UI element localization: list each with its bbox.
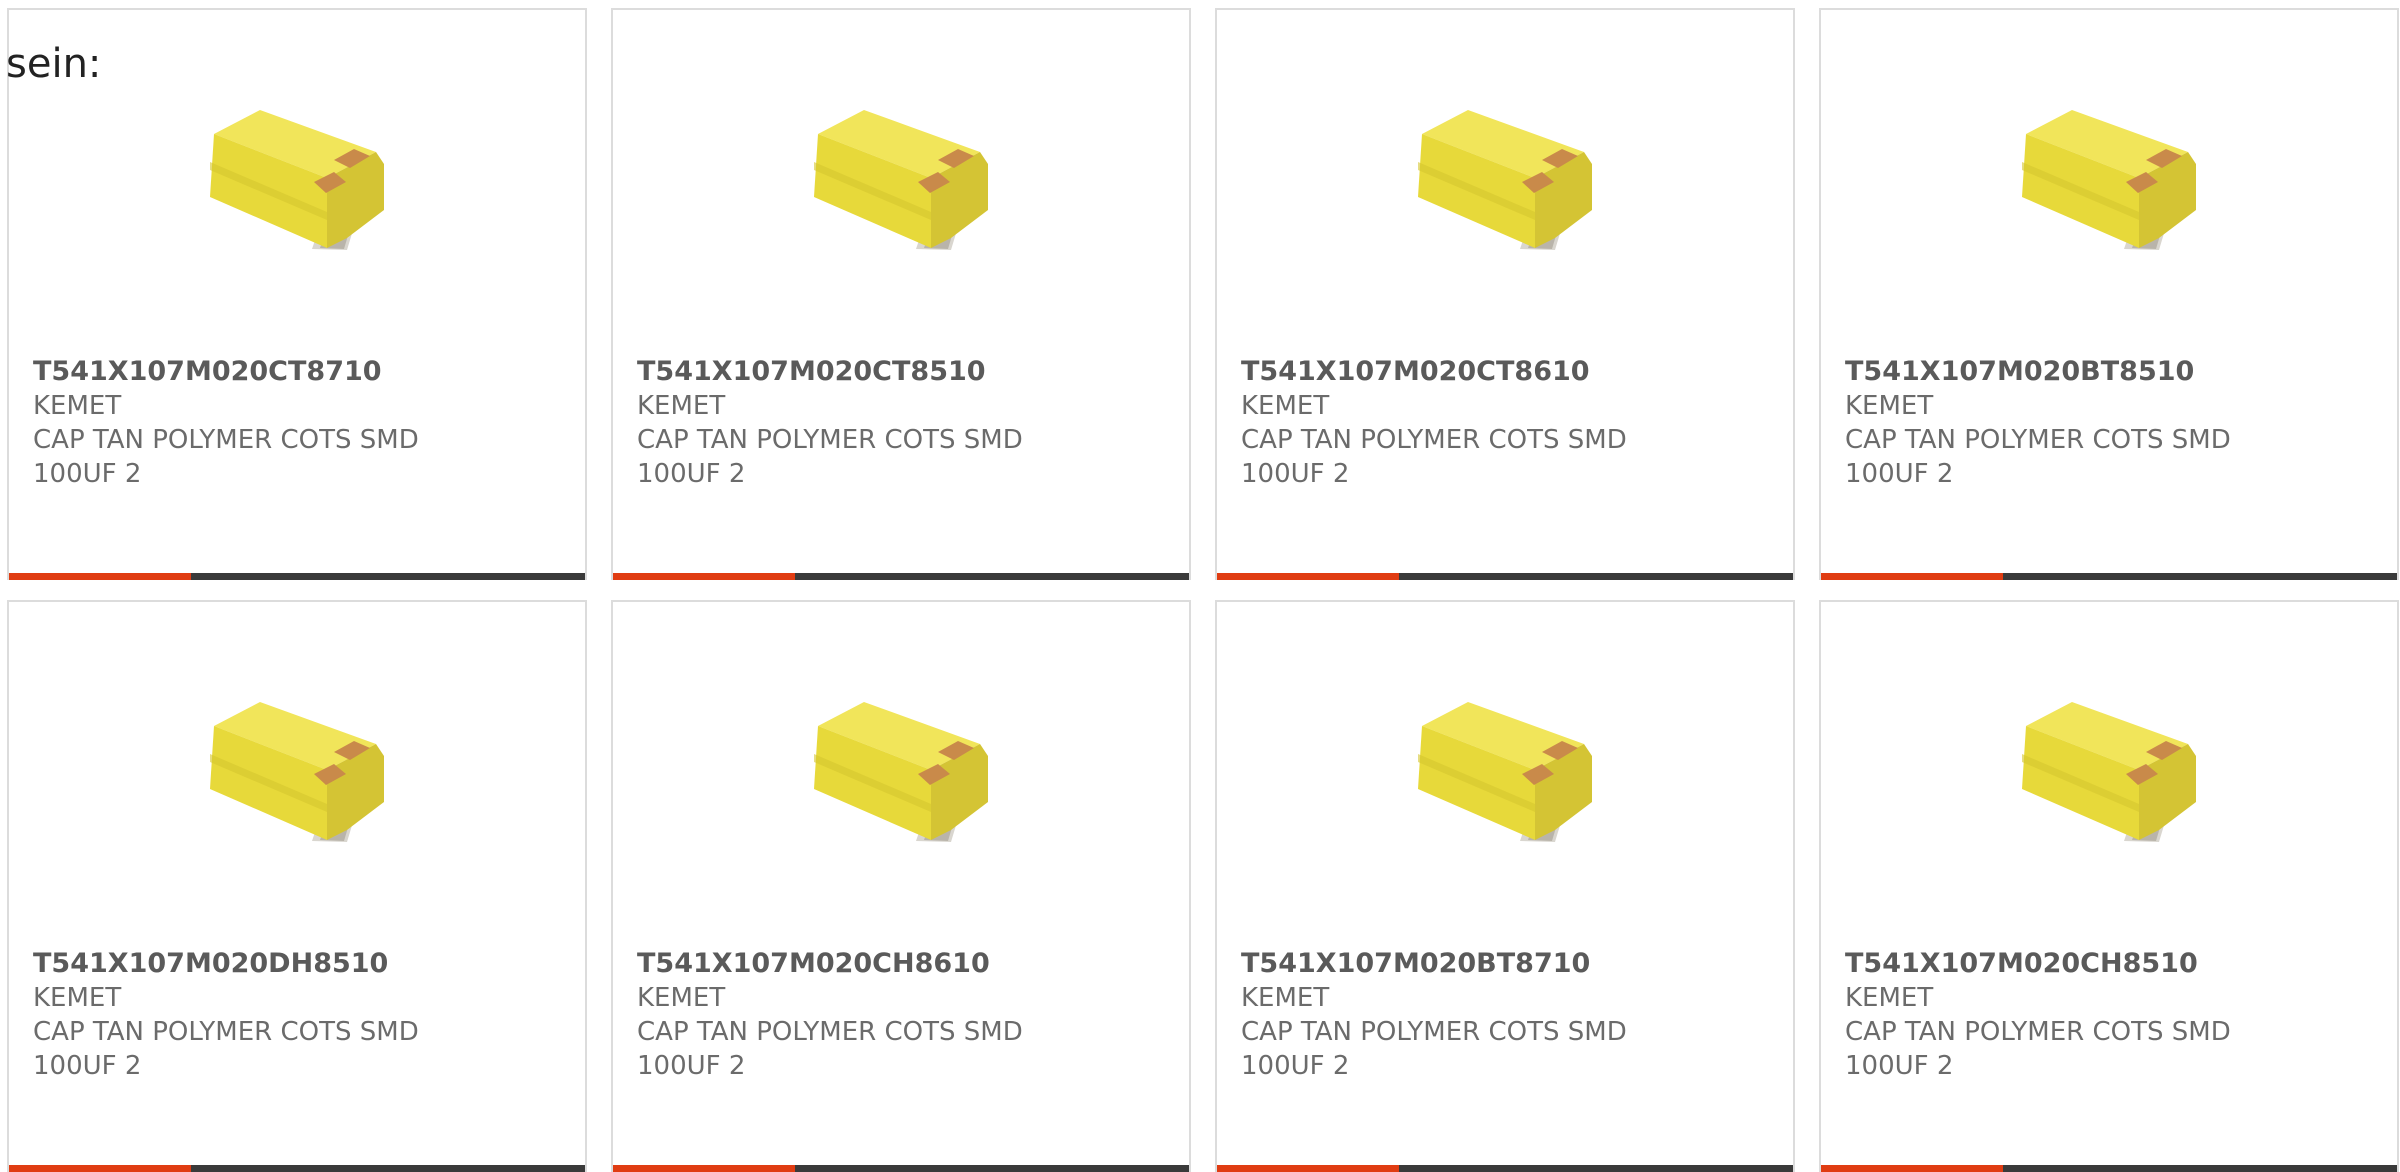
description-line-1: CAP TAN POLYMER COTS SMD: [1845, 425, 2231, 455]
product-card[interactable]: T541X107M020CT8710 KEMET CAP TAN POLYMER…: [7, 8, 587, 580]
product-info: T541X107M020CT8610 KEMET CAP TAN POLYMER…: [1241, 355, 1627, 491]
product-grid: T541X107M020CT8710 KEMET CAP TAN POLYMER…: [7, 8, 2400, 1172]
description-line-2: 100UF 2: [33, 1051, 142, 1081]
manufacturer: KEMET: [1241, 983, 1330, 1013]
capacitor-smd-icon: [210, 110, 384, 250]
description-line-2: 100UF 2: [1241, 459, 1350, 489]
part-number-link[interactable]: T541X107M020CT8710: [33, 355, 419, 389]
card-accent-bar: [1821, 573, 2397, 580]
card-accent-bar: [9, 573, 585, 580]
card-accent-bar: [1821, 1165, 2397, 1172]
part-number-link[interactable]: T541X107M020CT8610: [1241, 355, 1627, 389]
description-line-1: CAP TAN POLYMER COTS SMD: [33, 425, 419, 455]
product-card[interactable]: T541X107M020CH8510 KEMET CAP TAN POLYMER…: [1819, 600, 2399, 1172]
manufacturer: KEMET: [637, 983, 726, 1013]
manufacturer: KEMET: [1241, 391, 1330, 421]
description-line-2: 100UF 2: [1241, 1051, 1350, 1081]
description-line-2: 100UF 2: [637, 459, 746, 489]
product-info: T541X107M020DH8510 KEMET CAP TAN POLYMER…: [33, 947, 419, 1083]
capacitor-smd-icon: [1418, 110, 1592, 250]
product-card[interactable]: T541X107M020CH8610 KEMET CAP TAN POLYMER…: [611, 600, 1191, 1172]
capacitor-smd-icon: [2022, 110, 2196, 250]
part-number-link[interactable]: T541X107M020DH8510: [33, 947, 419, 981]
section-heading: sein:: [6, 41, 102, 87]
part-number-link[interactable]: T541X107M020BT8710: [1241, 947, 1627, 981]
description-line-1: CAP TAN POLYMER COTS SMD: [637, 425, 1023, 455]
manufacturer: KEMET: [1845, 983, 1934, 1013]
card-accent-segment: [1821, 573, 2003, 580]
product-info: T541X107M020CH8610 KEMET CAP TAN POLYMER…: [637, 947, 1023, 1083]
capacitor-smd-icon: [210, 702, 384, 842]
part-number-link[interactable]: T541X107M020CT8510: [637, 355, 1023, 389]
card-accent-bar: [9, 1165, 585, 1172]
product-card[interactable]: T541X107M020CT8610 KEMET CAP TAN POLYMER…: [1215, 8, 1795, 580]
description-line-1: CAP TAN POLYMER COTS SMD: [1845, 1017, 2231, 1047]
card-accent-segment: [9, 1165, 191, 1172]
description-line-1: CAP TAN POLYMER COTS SMD: [1241, 1017, 1627, 1047]
manufacturer: KEMET: [637, 391, 726, 421]
product-card[interactable]: T541X107M020BT8710 KEMET CAP TAN POLYMER…: [1215, 600, 1795, 1172]
card-accent-bar: [1217, 573, 1793, 580]
capacitor-smd-icon: [814, 702, 988, 842]
card-accent-bar: [613, 1165, 1189, 1172]
description-line-1: CAP TAN POLYMER COTS SMD: [1241, 425, 1627, 455]
capacitor-smd-icon: [814, 110, 988, 250]
description-line-2: 100UF 2: [1845, 1051, 1954, 1081]
card-accent-segment: [613, 573, 795, 580]
capacitor-smd-icon: [1418, 702, 1592, 842]
part-number-link[interactable]: T541X107M020BT8510: [1845, 355, 2231, 389]
product-info: T541X107M020CT8510 KEMET CAP TAN POLYMER…: [637, 355, 1023, 491]
product-card[interactable]: T541X107M020BT8510 KEMET CAP TAN POLYMER…: [1819, 8, 2399, 580]
manufacturer: KEMET: [33, 391, 122, 421]
product-info: T541X107M020BT8710 KEMET CAP TAN POLYMER…: [1241, 947, 1627, 1083]
description-line-2: 100UF 2: [33, 459, 142, 489]
product-card[interactable]: T541X107M020DH8510 KEMET CAP TAN POLYMER…: [7, 600, 587, 1172]
card-accent-bar: [1217, 1165, 1793, 1172]
manufacturer: KEMET: [33, 983, 122, 1013]
card-accent-segment: [1217, 1165, 1399, 1172]
card-accent-segment: [1821, 1165, 2003, 1172]
card-accent-segment: [1217, 573, 1399, 580]
manufacturer: KEMET: [1845, 391, 1934, 421]
description-line-1: CAP TAN POLYMER COTS SMD: [33, 1017, 419, 1047]
card-accent-segment: [9, 573, 191, 580]
card-accent-bar: [613, 573, 1189, 580]
product-info: T541X107M020BT8510 KEMET CAP TAN POLYMER…: [1845, 355, 2231, 491]
description-line-2: 100UF 2: [637, 1051, 746, 1081]
description-line-2: 100UF 2: [1845, 459, 1954, 489]
part-number-link[interactable]: T541X107M020CH8610: [637, 947, 1023, 981]
card-accent-segment: [613, 1165, 795, 1172]
product-info: T541X107M020CT8710 KEMET CAP TAN POLYMER…: [33, 355, 419, 491]
product-card[interactable]: T541X107M020CT8510 KEMET CAP TAN POLYMER…: [611, 8, 1191, 580]
product-info: T541X107M020CH8510 KEMET CAP TAN POLYMER…: [1845, 947, 2231, 1083]
description-line-1: CAP TAN POLYMER COTS SMD: [637, 1017, 1023, 1047]
part-number-link[interactable]: T541X107M020CH8510: [1845, 947, 2231, 981]
capacitor-smd-icon: [2022, 702, 2196, 842]
